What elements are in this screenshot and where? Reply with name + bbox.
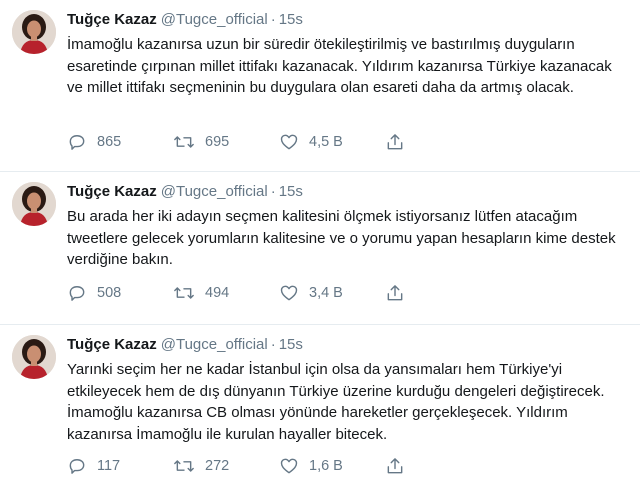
tweet-header: Tuğçe Kazaz @Tugce_official · 15s xyxy=(67,183,303,201)
author-handle[interactable]: @Tugce_official xyxy=(161,183,268,200)
like-count: 1,6 B xyxy=(309,458,343,474)
retweet-count: 695 xyxy=(205,134,230,150)
retweet-button[interactable]: 695 xyxy=(173,132,279,152)
tweet-actions: 508 494 3,4 B xyxy=(67,282,425,304)
reply-count: 865 xyxy=(97,134,122,150)
reply-button[interactable]: 508 xyxy=(67,283,173,303)
like-count: 3,4 B xyxy=(309,285,343,301)
retweet-icon xyxy=(174,136,194,148)
share-button[interactable] xyxy=(385,456,425,476)
avatar[interactable] xyxy=(12,182,56,226)
separator: · xyxy=(270,11,276,28)
reply-icon xyxy=(69,286,85,301)
reply-count: 117 xyxy=(97,458,121,474)
tweet-feed: Tuğçe Kazaz @Tugce_official · 15s İmamoğlu … xyxy=(0,0,640,494)
reply-button[interactable]: 865 xyxy=(67,132,173,152)
avatar[interactable] xyxy=(12,335,56,379)
share-icon xyxy=(387,458,403,474)
author-name[interactable]: Tuğçe Kazaz xyxy=(67,336,157,353)
like-count: 4,5 B xyxy=(309,134,343,150)
heart-icon xyxy=(280,134,298,150)
timestamp[interactable]: 15s xyxy=(279,11,303,28)
like-button[interactable]: 1,6 B xyxy=(279,456,385,476)
tweet-header: Tuğçe Kazaz @Tugce_official · 15s xyxy=(67,11,303,29)
tweet-actions: 117 272 1,6 B xyxy=(67,455,425,477)
share-button[interactable] xyxy=(385,283,425,303)
tweet[interactable]: Tuğçe Kazaz @Tugce_official · 15s Bu arada … xyxy=(0,172,640,325)
tweet-text: İmamoğlu kazanırsa uzun bir süredir ötek… xyxy=(67,36,612,96)
heart-icon xyxy=(280,458,298,474)
tweet-text: Bu arada her iki adayın seçmen kalitesin… xyxy=(67,208,616,268)
timestamp[interactable]: 15s xyxy=(279,336,303,353)
share-icon xyxy=(387,134,403,150)
retweet-button[interactable]: 272 xyxy=(173,456,279,476)
reply-count: 508 xyxy=(97,285,122,301)
retweet-button[interactable]: 494 xyxy=(173,283,279,303)
author-handle[interactable]: @Tugce_official xyxy=(161,336,268,353)
tweet[interactable]: Tuğçe Kazaz @Tugce_official · 15s İmamoğlu … xyxy=(0,0,640,172)
share-icon xyxy=(387,285,403,301)
separator: · xyxy=(270,336,276,353)
heart-icon xyxy=(280,285,298,301)
avatar[interactable] xyxy=(12,10,56,54)
tweet-actions: 865 695 4,5 B xyxy=(67,131,425,153)
tweet[interactable]: Tuğçe Kazaz @Tugce_official · 15s Yarınki s… xyxy=(0,325,640,494)
like-button[interactable]: 3,4 B xyxy=(279,283,385,303)
author-name[interactable]: Tuğçe Kazaz xyxy=(67,11,157,28)
tweet-text: Yarınki seçim her ne kadar İstanbul için… xyxy=(67,361,605,443)
author-name[interactable]: Tuğçe Kazaz xyxy=(67,183,157,200)
timestamp[interactable]: 15s xyxy=(279,183,303,200)
retweet-icon xyxy=(174,460,194,472)
retweet-count: 272 xyxy=(205,458,230,474)
retweet-count: 494 xyxy=(205,285,230,301)
reply-icon xyxy=(69,135,85,150)
share-button[interactable] xyxy=(385,132,425,152)
like-button[interactable]: 4,5 B xyxy=(279,132,385,152)
separator: · xyxy=(270,183,276,200)
reply-button[interactable]: 117 xyxy=(67,456,173,476)
author-handle[interactable]: @Tugce_official xyxy=(161,11,268,28)
reply-icon xyxy=(69,459,85,474)
tweet-header: Tuğçe Kazaz @Tugce_official · 15s xyxy=(67,336,303,354)
retweet-icon xyxy=(174,287,194,299)
